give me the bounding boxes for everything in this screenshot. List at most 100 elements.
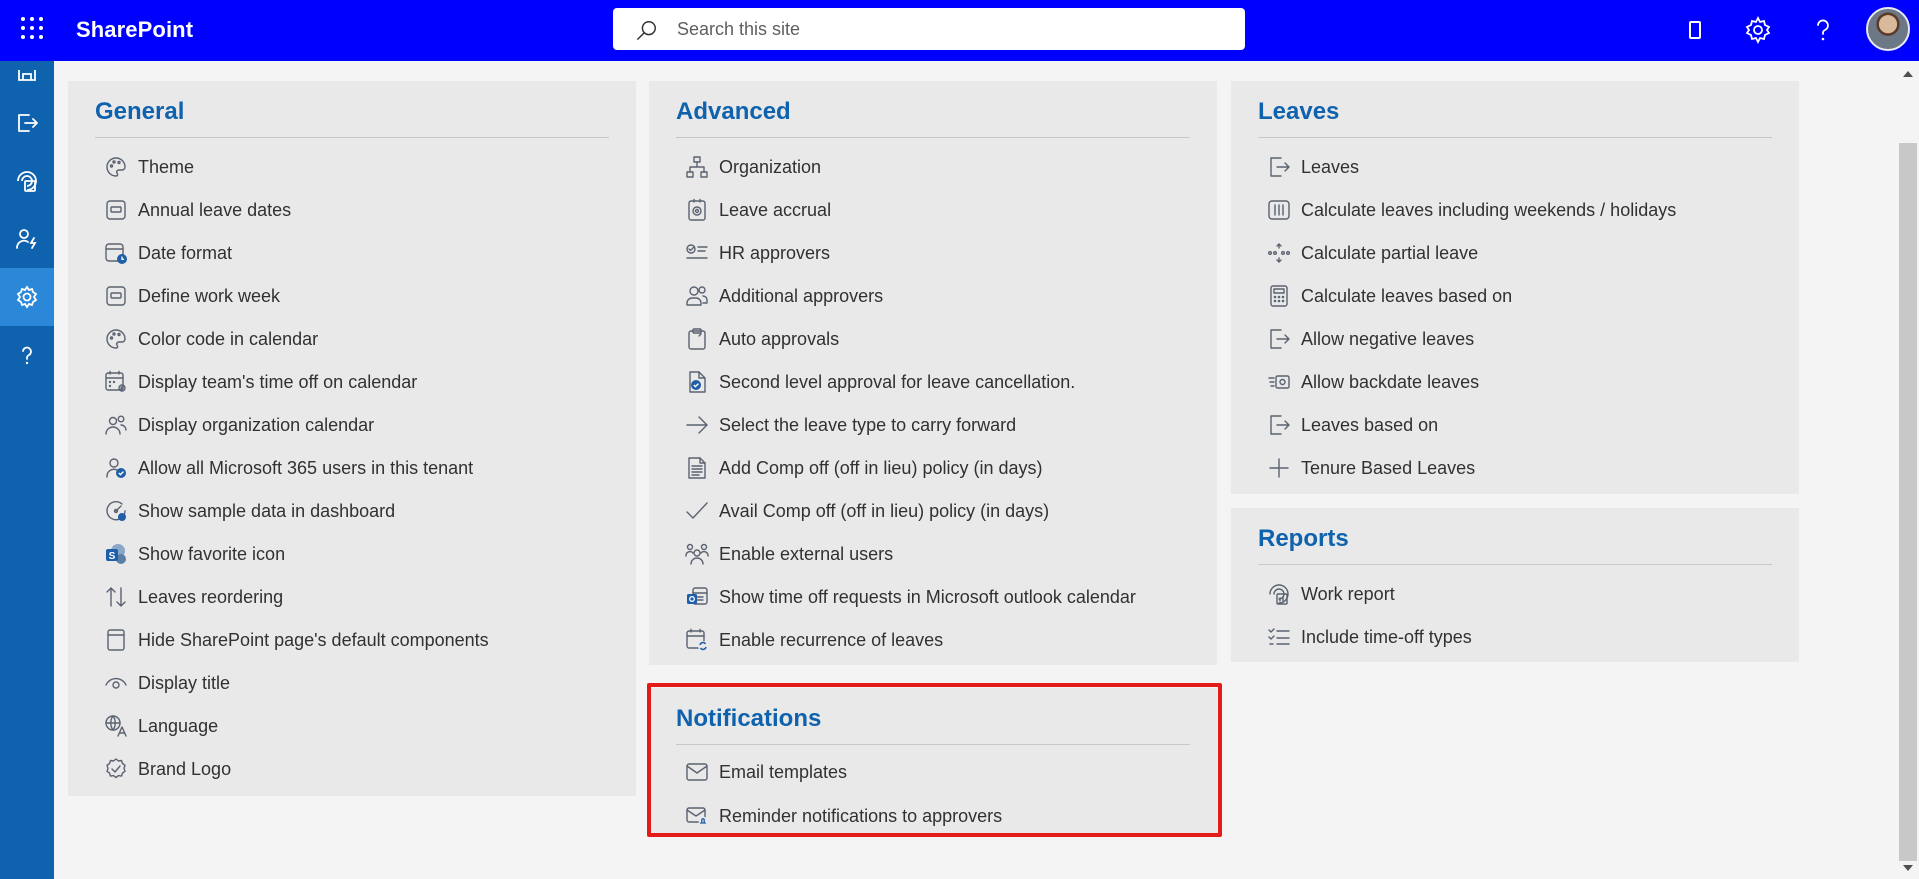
arrow-right-icon <box>686 416 708 434</box>
settings-item-negative-leaves[interactable]: Allow negative leaves <box>1267 321 1474 357</box>
settings-item-backdate-leaves[interactable]: Allow backdate leaves <box>1267 364 1479 400</box>
settings-item-label: Display organization calendar <box>138 414 375 435</box>
calendar-box-icon <box>106 286 126 306</box>
settings-item-auto-approvals[interactable]: Auto approvals <box>685 321 839 357</box>
settings-item-label: Avail Comp off (off in lieu) policy (in … <box>719 500 1050 521</box>
settings-item-label: Calculate partial leave <box>1301 242 1479 263</box>
settings-item-org-calendar[interactable]: Display organization calendar <box>104 407 374 443</box>
leaves-section: Leaves Leaves Calculate leaves including… <box>1231 81 1799 494</box>
people-icon <box>686 286 708 306</box>
settings-item-leave-accrual[interactable]: Leave accrual <box>685 192 831 228</box>
settings-item-favorite-icon[interactable]: S Show favorite icon <box>104 536 285 572</box>
settings-item-language[interactable]: Language <box>104 708 218 744</box>
scrollbar-thumb[interactable] <box>1899 143 1917 861</box>
settings-item-leaves-based-on[interactable]: Leaves based on <box>1267 407 1438 443</box>
scroll-up-arrow-icon[interactable] <box>1902 68 1914 78</box>
settings-item-label: Theme <box>138 156 195 177</box>
home-icon <box>18 70 36 81</box>
settings-item-label: Leave accrual <box>719 199 832 220</box>
scroll-down-arrow-icon[interactable] <box>1902 864 1914 874</box>
people-icon <box>105 415 127 435</box>
settings-item-label: Color code in calendar <box>138 328 319 349</box>
settings-item-allow-all-users[interactable]: Allow all Microsoft 365 users in this te… <box>104 450 473 486</box>
rail-reports[interactable] <box>0 152 54 210</box>
search-input[interactable] <box>677 8 1227 50</box>
rail-leaves[interactable] <box>0 94 54 152</box>
settings-item-label: Allow backdate leaves <box>1301 371 1480 392</box>
rail-settings[interactable] <box>0 268 54 326</box>
settings-item-hide-default-components[interactable]: Hide SharePoint page's default component… <box>104 622 489 658</box>
settings-item-organization[interactable]: Organization <box>685 149 821 185</box>
settings-item-additional-approvers[interactable]: Additional approvers <box>685 278 883 314</box>
search-box[interactable] <box>613 8 1245 50</box>
settings-item-label: Show favorite icon <box>138 543 286 564</box>
settings-item-team-time-off[interactable]: Display team's time off on calendar <box>104 364 417 400</box>
settings-item-avail-comp-off[interactable]: Avail Comp off (off in lieu) policy (in … <box>685 493 1049 529</box>
settings-item-outlook-calendar[interactable]: Show time off requests in Microsoft outl… <box>685 579 1136 615</box>
section-divider <box>1258 137 1772 138</box>
translate-icon <box>105 715 127 737</box>
settings-item-recurrence[interactable]: Enable recurrence of leaves <box>685 622 943 658</box>
settings-item-sample-data[interactable]: Show sample data in dashboard <box>104 493 395 529</box>
settings-item-label: HR approvers <box>719 242 831 263</box>
settings-item-date-format[interactable]: Date format <box>104 235 232 271</box>
rail-home[interactable] <box>0 51 54 91</box>
settings-item-carry-forward[interactable]: Select the leave type to carry forward <box>685 407 1016 443</box>
calendar-sync-icon <box>686 628 708 651</box>
user-avatar[interactable] <box>1866 7 1910 51</box>
settings-item-tenure-based-leaves[interactable]: Tenure Based Leaves <box>1267 450 1475 486</box>
settings-item-label: Enable external users <box>719 543 894 564</box>
settings-item-annual-leave-dates[interactable]: Annual leave dates <box>104 192 291 228</box>
settings-item-work-report[interactable]: Work report <box>1267 576 1395 612</box>
settings-item-external-users[interactable]: Enable external users <box>685 536 893 572</box>
leave-exit-icon <box>1270 415 1290 435</box>
settings-item-second-level-approval[interactable]: Second level approval for leave cancella… <box>685 364 1075 400</box>
settings-item-brand-logo[interactable]: Brand Logo <box>104 751 231 787</box>
calculator-icon <box>1270 285 1288 307</box>
settings-item-label: Leaves <box>1301 156 1360 177</box>
top-bar: SharePoint <box>0 0 1919 61</box>
settings-item-label: Allow all Microsoft 365 users in this te… <box>138 457 474 478</box>
help-icon[interactable] <box>1808 15 1838 45</box>
plus-icon <box>1269 458 1289 478</box>
leave-exit-icon <box>1270 329 1290 349</box>
settings-item-partial-leave[interactable]: Calculate partial leave <box>1267 235 1478 271</box>
palette-icon <box>106 157 126 177</box>
badge-check-icon <box>106 758 126 779</box>
org-chart-icon <box>686 156 708 178</box>
settings-item-label: Annual leave dates <box>138 199 292 220</box>
settings-item-leaves[interactable]: Leaves <box>1267 149 1359 185</box>
settings-item-define-work-week[interactable]: Define work week <box>104 278 280 314</box>
notifications-section-title: Notifications <box>676 705 822 732</box>
settings-item-hr-approvers[interactable]: HR approvers <box>685 235 830 271</box>
search-icon <box>637 21 656 40</box>
settings-item-display-title[interactable]: Display title <box>104 665 230 701</box>
section-divider <box>95 137 609 138</box>
settings-item-reminder-notifications[interactable]: Reminder notifications to approvers <box>685 798 1002 834</box>
settings-item-leaves-reordering[interactable]: Leaves reordering <box>104 579 283 615</box>
chat-icon[interactable] <box>1680 15 1710 45</box>
settings-gear-icon[interactable] <box>1743 15 1773 45</box>
settings-item-label: Show sample data in dashboard <box>138 500 396 521</box>
settings-item-add-comp-off[interactable]: Add Comp off (off in lieu) policy (in da… <box>685 450 1042 486</box>
rail-help[interactable] <box>0 326 54 384</box>
leave-exit-icon <box>18 114 38 132</box>
settings-item-color-code[interactable]: Color code in calendar <box>104 321 318 357</box>
settings-item-include-time-off-types[interactable]: Include time-off types <box>1267 619 1472 655</box>
rail-people[interactable] <box>0 210 54 268</box>
settings-item-label: Calculate leaves including weekends / ho… <box>1301 199 1677 220</box>
settings-item-leaves-based-on-calc[interactable]: Calculate leaves based on <box>1267 278 1512 314</box>
settings-item-theme[interactable]: Theme <box>104 149 194 185</box>
task-list-icon <box>1268 628 1290 645</box>
settings-item-label: Auto approvals <box>719 328 840 349</box>
document-lines-icon <box>688 457 706 479</box>
general-section: General Theme Annual leave dates Date fo… <box>68 81 636 796</box>
backdate-icon <box>1268 375 1290 389</box>
app-launcher-icon[interactable] <box>20 16 44 40</box>
settings-item-include-weekends[interactable]: Calculate leaves including weekends / ho… <box>1267 192 1676 228</box>
settings-item-label: Enable recurrence of leaves <box>719 629 944 650</box>
settings-item-label: Add Comp off (off in lieu) policy (in da… <box>719 457 1043 478</box>
settings-item-email-templates[interactable]: Email templates <box>685 754 847 790</box>
page-icon <box>107 629 125 651</box>
app-title[interactable]: SharePoint <box>76 17 193 43</box>
